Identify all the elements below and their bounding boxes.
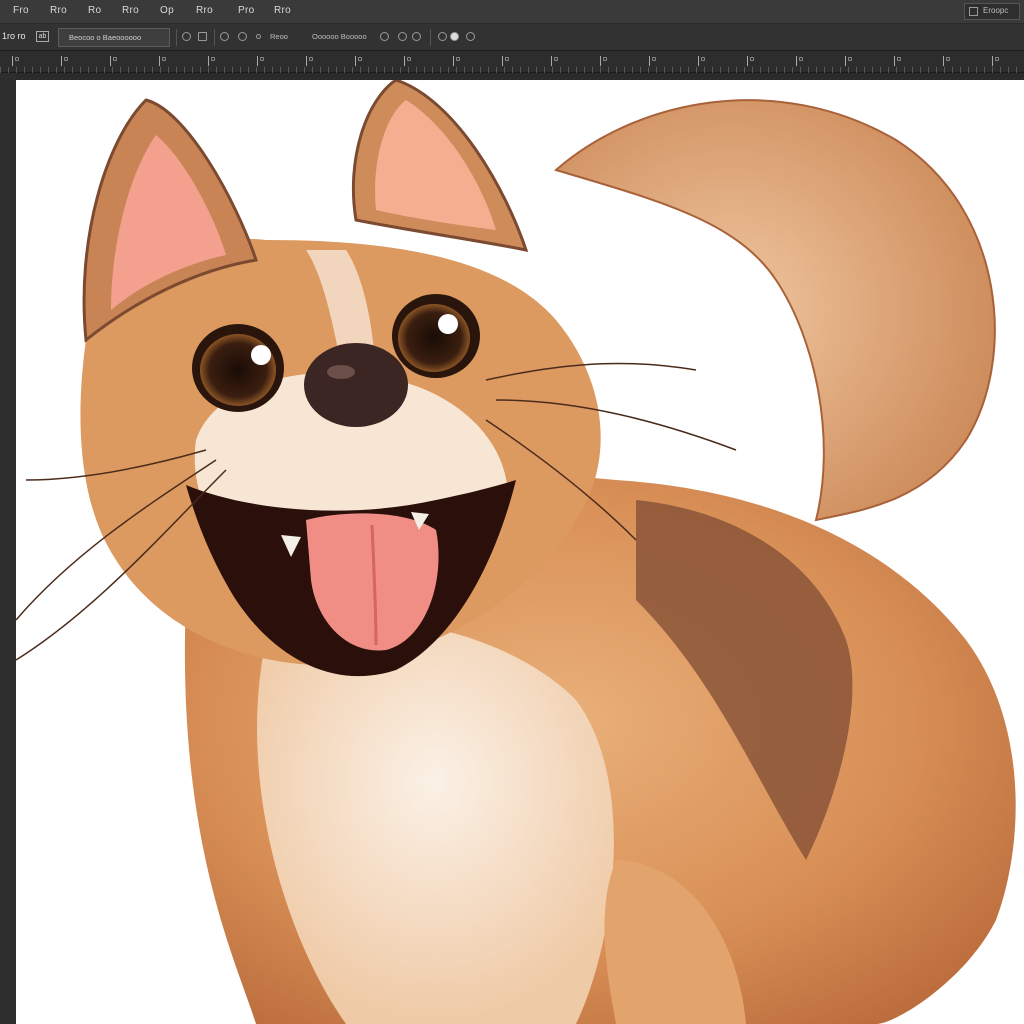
search-label: Eroopc xyxy=(983,6,1009,15)
ruler-tick xyxy=(208,56,216,66)
menu-item-layer[interactable]: Rro xyxy=(122,5,139,16)
tail xyxy=(553,99,996,522)
ruler-tick xyxy=(159,56,167,66)
option-reset[interactable]: Reoo xyxy=(270,32,288,41)
menu-item-window[interactable]: Rro xyxy=(274,5,291,16)
ruler-tick xyxy=(12,56,20,66)
ruler-tick xyxy=(992,56,1000,66)
opacity-icon[interactable] xyxy=(238,32,247,41)
ruler-minor-ticks xyxy=(0,67,1024,73)
ruler-tick xyxy=(502,56,510,66)
preset-dropdown[interactable]: Beocoo o Baeoooooo xyxy=(58,28,170,47)
brush-icon[interactable] xyxy=(182,32,191,41)
ruler-tick xyxy=(796,56,804,66)
menu-item-image[interactable]: Ro xyxy=(88,5,101,16)
ruler-tick xyxy=(747,56,755,66)
ruler-tick xyxy=(306,56,314,66)
ruler-tick xyxy=(404,56,412,66)
ruler-tick xyxy=(61,56,69,66)
preset-dropdown-label: Beocoo o Baeoooooo xyxy=(69,33,142,42)
right-eye xyxy=(398,304,470,372)
pen-icon[interactable] xyxy=(466,32,475,41)
divider xyxy=(430,29,431,46)
dot-icon[interactable] xyxy=(256,34,261,39)
ruler-tick xyxy=(551,56,559,66)
pressure-icon[interactable] xyxy=(380,32,389,41)
ruler-tick xyxy=(453,56,461,66)
ruler-tick xyxy=(845,56,853,66)
angle-icon[interactable] xyxy=(398,32,407,41)
nose-highlight xyxy=(327,365,355,379)
ruler-tick xyxy=(110,56,118,66)
ruler-tick xyxy=(943,56,951,66)
mode-icon[interactable] xyxy=(198,32,207,41)
horizontal-ruler[interactable] xyxy=(0,51,1024,73)
document-canvas[interactable] xyxy=(16,80,1024,1024)
menu-item-view[interactable]: Pro xyxy=(238,5,254,16)
menu-item-select[interactable]: Op xyxy=(160,5,174,16)
ruler-tick xyxy=(257,56,265,66)
nose xyxy=(304,343,408,427)
left-eye-highlight xyxy=(251,345,271,365)
menu-item-filter[interactable]: Rro xyxy=(196,5,213,16)
menu-bar: Fro Rro Ro Rro Op Rro Pro Rro Eroopc xyxy=(0,0,1024,24)
menu-item-file[interactable]: Fro xyxy=(13,5,29,16)
search-icon xyxy=(969,7,978,16)
tool-preset-label[interactable]: 1ro ro xyxy=(2,31,26,41)
option-mode[interactable]: Oooooo Booooo xyxy=(312,32,367,41)
symmetry-icon[interactable] xyxy=(450,32,459,41)
settings-icon[interactable] xyxy=(438,32,447,41)
cartoon-dog-artwork xyxy=(16,80,1016,1024)
ruler-tick xyxy=(649,56,657,66)
divider xyxy=(176,29,177,46)
search-field[interactable]: Eroopc xyxy=(964,3,1020,20)
menu-item-edit[interactable]: Rro xyxy=(50,5,67,16)
vertical-ruler[interactable] xyxy=(0,73,16,1024)
left-eye xyxy=(200,334,276,406)
options-bar: 1ro ro ab Beocoo o Baeoooooo Reoo Oooooo… xyxy=(0,24,1024,51)
ruler-tick xyxy=(894,56,902,66)
airbrush-icon[interactable] xyxy=(220,32,229,41)
ruler-tick xyxy=(600,56,608,66)
tool-preset-picker[interactable]: ab xyxy=(36,31,49,42)
ruler-tick xyxy=(355,56,363,66)
flow-icon[interactable] xyxy=(412,32,421,41)
ruler-tick xyxy=(698,56,706,66)
right-eye-highlight xyxy=(438,314,458,334)
divider xyxy=(214,29,215,46)
